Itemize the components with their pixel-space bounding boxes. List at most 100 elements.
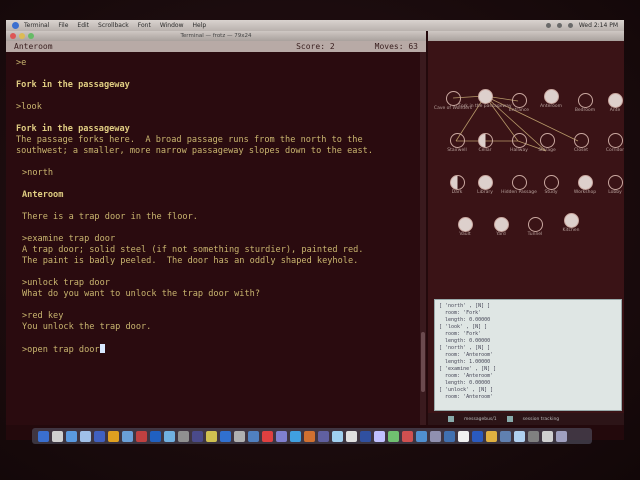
map-room-node[interactable]: Storage [538, 133, 556, 153]
log-tab-icon[interactable] [448, 416, 454, 422]
map-room-node[interactable]: Kitchen [563, 213, 579, 233]
map-room-node[interactable]: Cave of Wonders [434, 91, 472, 111]
dock-app-icon[interactable] [122, 430, 133, 442]
dock-app-icon[interactable] [514, 430, 525, 442]
terminal-line: >examine trap door [22, 234, 116, 244]
dock-app-icon[interactable] [416, 430, 427, 442]
dock-app-icon[interactable] [178, 430, 189, 442]
dock-app-icon[interactable] [220, 430, 231, 442]
map-window: Cave of Wonders Fork in the passageway Ent… [428, 31, 624, 425]
map-room-node[interactable]: Closet [574, 133, 589, 153]
text-cursor [99, 344, 105, 353]
dock-app-icon[interactable] [94, 430, 105, 442]
room-circle-icon [574, 133, 589, 148]
volume-icon[interactable] [556, 23, 562, 28]
menu-help[interactable]: Help [193, 22, 207, 29]
dock-app-icon[interactable] [486, 430, 497, 442]
dock-app-icon[interactable] [276, 430, 287, 442]
dock-app-icon[interactable] [108, 430, 119, 442]
terminal-line: What do you want to unlock the trap door… [22, 289, 260, 299]
log-tab-1[interactable]: messagebus/1 [464, 417, 497, 422]
dock-app-icon[interactable] [360, 430, 371, 442]
map-room-node[interactable]: Lobby [608, 175, 623, 195]
map-room-node[interactable]: Anteroom [540, 89, 562, 109]
dock-app-icon[interactable] [262, 430, 273, 442]
dock-app-icon[interactable] [458, 430, 469, 442]
room-map-graph[interactable]: Cave of Wonders Fork in the passageway Ent… [428, 41, 624, 291]
dock-app-icon[interactable] [80, 430, 91, 442]
menu-scrollback[interactable]: Scrollback [98, 22, 129, 29]
dock-app-icon[interactable] [374, 430, 385, 442]
dock-app-icon[interactable] [388, 430, 399, 442]
terminal-line: Fork in the passageway [16, 124, 130, 134]
dock-app-icon[interactable] [290, 430, 301, 442]
dock-app-icon[interactable] [556, 430, 567, 442]
wifi-icon[interactable] [545, 23, 551, 28]
log-tab-2[interactable]: session tracking [523, 417, 560, 422]
dock-app-icon[interactable] [164, 430, 175, 442]
session-tab-icon[interactable] [506, 416, 513, 422]
map-room-node[interactable]: Yard [494, 217, 509, 237]
dock-app-icon[interactable] [472, 430, 483, 442]
dock-app-icon[interactable] [150, 430, 161, 442]
status-score: Score: 2 [296, 42, 335, 51]
menu-window[interactable]: Window [160, 22, 184, 29]
map-room-node[interactable]: Tunnel [528, 217, 543, 237]
dock-app-icon[interactable] [444, 430, 455, 442]
map-room-node[interactable]: Workshop [574, 175, 596, 195]
map-room-node[interactable]: Hidden Passage [501, 175, 537, 195]
game-status-bar: Anteroom Score: 2 Moves: 63 [6, 41, 426, 52]
map-room-node[interactable]: Fork in the passageway [458, 89, 512, 109]
map-room-node[interactable]: Study [544, 175, 559, 195]
room-circle-icon [528, 217, 543, 232]
dock-app-icon[interactable] [192, 430, 203, 442]
menu-font[interactable]: Font [138, 22, 151, 29]
minimize-window-icon[interactable] [19, 33, 25, 39]
terminal-output[interactable]: >e Fork in the passageway >look Fork in the… [6, 52, 426, 362]
terminal-title: Terminal — frotz — 79x24 [180, 33, 252, 39]
zoom-window-icon[interactable] [28, 33, 34, 39]
dock-app-icon[interactable] [38, 430, 49, 442]
apple-menu-icon[interactable] [12, 22, 19, 29]
scrollbar-thumb[interactable] [421, 332, 425, 392]
battery-icon[interactable] [567, 23, 573, 28]
map-room-node[interactable]: Hallway [510, 133, 528, 153]
room-circle-icon [494, 217, 509, 232]
dock-app-icon[interactable] [332, 430, 343, 442]
menubar-clock[interactable]: Wed 2:14 PM [579, 22, 618, 29]
dock-app-icon[interactable] [248, 430, 259, 442]
status-location: Anteroom [14, 42, 53, 51]
room-circle-icon [608, 93, 623, 108]
map-room-node[interactable]: Vault [458, 217, 473, 237]
room-circle-icon [450, 133, 465, 148]
dock-app-icon[interactable] [402, 430, 413, 442]
map-room-node[interactable]: Cellar [478, 133, 493, 153]
dock-app-icon[interactable] [528, 430, 539, 442]
dock-app-icon[interactable] [304, 430, 315, 442]
terminal-titlebar[interactable]: Terminal — frotz — 79x24 [6, 31, 426, 41]
status-moves: Moves: 63 [374, 42, 418, 51]
menu-file[interactable]: File [58, 22, 68, 29]
debug-log-panel[interactable]: [ 'north' , [N] ] room: 'Fork' length: 0… [434, 299, 622, 411]
dock-app-icon[interactable] [136, 430, 147, 442]
dock-app-icon[interactable] [206, 430, 217, 442]
map-room-node[interactable]: Ante [608, 93, 623, 113]
dock-app-icon[interactable] [500, 430, 511, 442]
dock-app-icon[interactable] [542, 430, 553, 442]
map-room-node[interactable]: Library [477, 175, 493, 195]
dock-app-icon[interactable] [52, 430, 63, 442]
map-room-node[interactable]: Dark [450, 175, 465, 195]
map-room-node[interactable]: Bedroom [575, 93, 595, 113]
close-window-icon[interactable] [10, 33, 16, 39]
dock-app-icon[interactable] [66, 430, 77, 442]
dock-app-icon[interactable] [346, 430, 357, 442]
dock-app-icon[interactable] [318, 430, 329, 442]
map-room-node[interactable]: Stairwell [447, 133, 467, 153]
dock-app-icon[interactable] [234, 430, 245, 442]
menu-edit[interactable]: Edit [77, 22, 89, 29]
map-room-node[interactable]: Corridor [606, 133, 624, 153]
menu-terminal[interactable]: Terminal [24, 22, 49, 29]
dock-app-icon[interactable] [430, 430, 441, 442]
map-window-titlebar[interactable] [428, 31, 624, 41]
menu-bar: Terminal File Edit Scrollback Font Windo… [6, 20, 624, 31]
